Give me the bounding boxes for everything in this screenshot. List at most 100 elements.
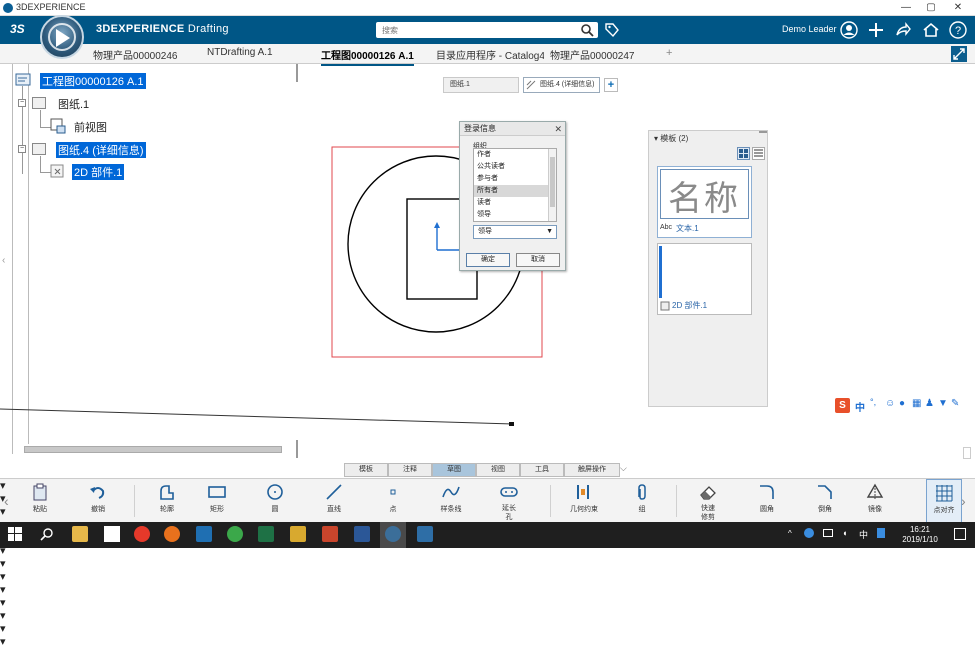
point-snap-button[interactable]: 点对齐 bbox=[926, 479, 962, 523]
home-icon[interactable] bbox=[922, 21, 940, 39]
role-item[interactable]: 读者 bbox=[474, 197, 556, 209]
point-button[interactable]: 点 bbox=[376, 479, 410, 523]
slot-button[interactable]: 延长孔 bbox=[494, 479, 524, 523]
close-button[interactable]: ✕ bbox=[947, 0, 969, 16]
list-view-icon[interactable] bbox=[752, 147, 765, 160]
template-card-part2d[interactable]: 2D 部件.1 bbox=[657, 243, 752, 315]
geometric-constraint-button[interactable]: 几何约束 bbox=[562, 479, 606, 523]
sogou-tray-icon[interactable] bbox=[877, 528, 885, 538]
tab-ntdrafting[interactable]: NTDrafting A.1 bbox=[207, 47, 273, 58]
tray-chevron-icon[interactable]: ^ bbox=[788, 529, 792, 538]
paste-button[interactable]: 粘贴 bbox=[24, 479, 56, 523]
chevron-down-icon[interactable]: ▾ bbox=[0, 622, 975, 635]
system-clock[interactable]: 16:21 2019/1/10 bbox=[895, 525, 945, 545]
ok-button[interactable]: 确定 bbox=[466, 253, 510, 267]
netease-music-icon[interactable] bbox=[134, 526, 150, 542]
minimize-button[interactable]: — bbox=[895, 0, 917, 16]
chevron-down-icon[interactable]: ▾ bbox=[0, 583, 975, 596]
skin-icon[interactable]: ▼ bbox=[938, 398, 948, 409]
ime-punct[interactable]: °, bbox=[870, 397, 876, 407]
windows-start-icon[interactable] bbox=[8, 527, 22, 541]
fullscreen-icon[interactable] bbox=[951, 46, 967, 62]
chevron-down-icon[interactable]: ▾ bbox=[0, 635, 975, 648]
dialog-close-icon[interactable]: ✕ bbox=[554, 122, 562, 136]
firefox-icon[interactable] bbox=[164, 526, 180, 542]
search-icon[interactable] bbox=[40, 527, 54, 541]
circle-button[interactable]: 圆 bbox=[258, 479, 292, 523]
section-tab-annotation[interactable]: 注释 bbox=[388, 463, 432, 477]
3dexperience-taskbar-icon[interactable] bbox=[385, 526, 401, 542]
chevron-down-icon[interactable]: ▾ bbox=[0, 596, 975, 609]
add-tab-icon[interactable]: + bbox=[666, 47, 672, 59]
chrome-icon[interactable] bbox=[227, 526, 243, 542]
profile-button[interactable]: 轮廓 bbox=[150, 479, 184, 523]
listbox-scrollbar[interactable] bbox=[548, 149, 556, 221]
sogou-taskbar-icon[interactable] bbox=[417, 526, 433, 542]
store-icon[interactable] bbox=[104, 526, 120, 542]
share-icon[interactable] bbox=[894, 21, 912, 39]
chevron-down-icon[interactable]: ▾ bbox=[0, 609, 975, 622]
section-tab-tools[interactable]: 工具 bbox=[520, 463, 564, 477]
role-item[interactable]: 公共读者 bbox=[474, 161, 556, 173]
role-listbox[interactable]: 作者 公共读者 参与者 所有者 读者 领导 bbox=[473, 148, 557, 222]
section-tab-sketch[interactable]: 草图 bbox=[432, 463, 476, 477]
keyboard-icon[interactable]: ▦ bbox=[912, 398, 921, 409]
sogou-icon[interactable]: S bbox=[835, 398, 850, 413]
role-item-selected[interactable]: 所有者 bbox=[474, 185, 556, 197]
panel-grip[interactable] bbox=[759, 131, 767, 133]
line-button[interactable]: 直线 bbox=[316, 479, 352, 523]
group-button[interactable]: 组 bbox=[626, 479, 658, 523]
maximize-button[interactable]: ▢ bbox=[920, 0, 942, 16]
outlook-icon[interactable] bbox=[196, 526, 212, 542]
tab-product-246[interactable]: 物理产品00000246 bbox=[93, 47, 178, 62]
tag-icon[interactable] bbox=[604, 22, 620, 38]
chevron-down-icon[interactable]: ▾ bbox=[0, 570, 975, 583]
microphone-icon[interactable]: ● bbox=[899, 398, 905, 409]
emoji-icon[interactable]: ☺ bbox=[885, 398, 895, 409]
word-icon[interactable] bbox=[354, 526, 370, 542]
network-icon[interactable] bbox=[823, 529, 833, 537]
tile-view-icon[interactable] bbox=[737, 147, 750, 160]
cancel-button[interactable]: 取消 bbox=[516, 253, 560, 267]
role-item[interactable]: 作者 bbox=[474, 149, 556, 161]
fillet-button[interactable]: 圆角 bbox=[750, 479, 784, 523]
section-tab-template[interactable]: 模板 bbox=[344, 463, 388, 477]
user-name[interactable]: Demo Leader bbox=[782, 24, 837, 34]
tray-app-icon[interactable] bbox=[804, 528, 814, 538]
ime-taskbar-lang[interactable]: 中 bbox=[859, 528, 868, 541]
action-center-icon[interactable] bbox=[954, 528, 966, 540]
role-combo[interactable]: 领导 ▼ bbox=[473, 225, 557, 239]
search-input[interactable] bbox=[376, 22, 598, 38]
side-scroll[interactable] bbox=[963, 447, 971, 459]
file-explorer-icon[interactable] bbox=[72, 526, 88, 542]
role-item[interactable]: 参与者 bbox=[474, 173, 556, 185]
mirror-button[interactable]: 镜像 bbox=[858, 479, 892, 523]
volume-icon[interactable]: ◖ bbox=[842, 528, 847, 538]
chevron-down-icon[interactable]: ▾ bbox=[0, 557, 975, 570]
user-icon[interactable]: ♟ bbox=[925, 398, 934, 409]
wrench-icon[interactable]: ✎ bbox=[951, 398, 959, 409]
action-bar-prev-icon[interactable]: ‹ bbox=[4, 493, 9, 509]
role-item[interactable]: 领导 bbox=[474, 209, 556, 221]
folder-icon[interactable] bbox=[290, 526, 306, 542]
excel-icon[interactable] bbox=[258, 526, 274, 542]
help-icon[interactable]: ? bbox=[949, 21, 967, 39]
add-icon[interactable] bbox=[867, 21, 885, 39]
compass-widget[interactable] bbox=[40, 15, 84, 59]
section-tab-touch[interactable]: 触屏操作 bbox=[564, 463, 620, 477]
undo-button[interactable]: 撤销 bbox=[82, 479, 114, 523]
powerpoint-icon[interactable] bbox=[322, 526, 338, 542]
rectangle-button[interactable]: 矩形 bbox=[200, 479, 234, 523]
user-avatar-icon[interactable] bbox=[840, 21, 858, 39]
scroll-thumb[interactable] bbox=[550, 157, 555, 207]
tab-catalog[interactable]: 目录应用程序 - Catalog4 bbox=[436, 47, 544, 62]
expand-sections-icon[interactable]: ⌵ bbox=[620, 463, 627, 474]
search-icon[interactable] bbox=[580, 23, 594, 37]
section-tab-view[interactable]: 视图 bbox=[476, 463, 520, 477]
template-card-text[interactable]: 名称 Abc 文本.1 bbox=[657, 166, 752, 238]
ime-lang[interactable]: 中 bbox=[855, 399, 865, 414]
tab-product-247[interactable]: 物理产品00000247 bbox=[550, 47, 635, 62]
quick-trim-button[interactable]: 快速修剪 bbox=[690, 479, 726, 523]
tab-drawing-126[interactable]: 工程图00000126 A.1 bbox=[321, 47, 414, 66]
ime-toolbar[interactable]: S 中 °, ☺ ● ▦ ♟ ▼ ✎ bbox=[835, 397, 965, 415]
